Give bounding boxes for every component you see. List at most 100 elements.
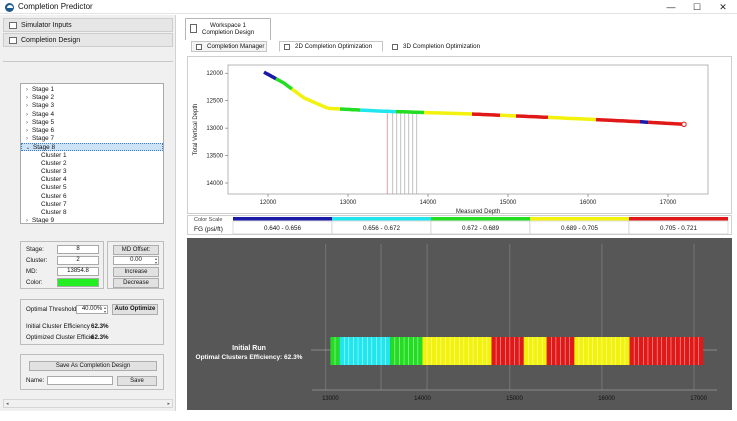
- md-field[interactable]: 13854.8: [57, 267, 99, 276]
- decrease-button[interactable]: Decrease: [113, 278, 159, 288]
- tree-cluster-item[interactable]: Cluster 7: [21, 201, 163, 209]
- plot-area: [227, 64, 709, 195]
- stage-field[interactable]: 8: [57, 245, 99, 254]
- chevron-right-icon[interactable]: ›: [24, 86, 30, 94]
- tree-item-label: Stage 7: [32, 135, 55, 143]
- tree-stage-item[interactable]: › Stage 4: [21, 111, 163, 119]
- tree-cluster-item[interactable]: Cluster 8: [21, 209, 163, 217]
- x-tick-label: 14000: [414, 396, 431, 402]
- save-box: Save As Completion Design Name: Save: [20, 354, 164, 390]
- chevron-right-icon[interactable]: ›: [24, 135, 30, 143]
- tree-item-label: Cluster 8: [41, 209, 67, 216]
- color-scale-row-label: FG (psi/ft): [194, 226, 223, 233]
- auto-optimize-button[interactable]: Auto Optimize: [112, 304, 158, 315]
- trajectory-segment: [515, 114, 549, 120]
- tree-stage-item[interactable]: › Stage 5: [21, 119, 163, 127]
- divider: [3, 61, 173, 62]
- minimize-button[interactable]: —: [658, 0, 684, 14]
- threshold-value: 40.00%: [81, 306, 103, 312]
- tab-2d-completion-optimization[interactable]: 2D Completion Optimization: [279, 41, 383, 52]
- tree-stage-item[interactable]: › Stage 6: [21, 127, 163, 135]
- cluster-field[interactable]: 2: [57, 256, 99, 265]
- save-as-completion-design-button[interactable]: Save As Completion Design: [29, 361, 157, 371]
- chevron-right-icon[interactable]: ›: [24, 102, 30, 110]
- optimization-box: Optimal Threshold 40.00% ▴ ▾ Auto Optimiz…: [20, 299, 164, 345]
- trajectory-plot-panel: 12000 13000 14000 15000 16000 17000 12000 12500…: [187, 56, 733, 215]
- chevron-right-icon[interactable]: ›: [24, 127, 30, 135]
- document-icon: [196, 44, 202, 50]
- chevron-right-icon[interactable]: ›: [24, 111, 30, 119]
- x-tick-label: 12000: [260, 200, 277, 206]
- efficiency-block: [523, 337, 547, 365]
- scroll-left-icon[interactable]: ◂: [6, 401, 9, 407]
- app-title: Completion Predictor: [18, 2, 93, 11]
- name-input[interactable]: [47, 376, 113, 385]
- initial-efficiency-value: 62.3%: [91, 323, 109, 330]
- tab-label: Completion Manager: [207, 43, 265, 50]
- chevron-right-icon[interactable]: ›: [24, 119, 30, 127]
- y-tick-label: 13500: [206, 154, 223, 160]
- tree-stage-item[interactable]: › Stage 3: [21, 102, 163, 110]
- chart-icon: [284, 44, 290, 50]
- color-swatch[interactable]: [57, 278, 99, 287]
- chevron-right-icon[interactable]: ›: [24, 94, 30, 102]
- tree-cluster-item[interactable]: Cluster 3: [21, 168, 163, 176]
- name-label: Name:: [26, 377, 45, 384]
- tree-cluster-item[interactable]: Cluster 4: [21, 176, 163, 184]
- y-tick-label: 12500: [206, 99, 223, 105]
- trajectory-endpoint: [681, 121, 687, 127]
- horizontal-scrollbar[interactable]: ◂ ▸: [3, 399, 173, 408]
- tree-cluster-item[interactable]: Cluster 1: [21, 152, 163, 160]
- tab-3d-completion-optimization[interactable]: 3D Completion Optimization: [387, 41, 493, 52]
- color-scale-swatch: [629, 217, 728, 221]
- color-scale-swatch: [332, 217, 431, 221]
- md-offset-button[interactable]: MD Offset:: [113, 245, 159, 255]
- cluster-efficiency-chart[interactable]: 13000 14000 15000 16000 17000 Initial Run Opti…: [187, 238, 732, 410]
- trajectory-segment: [359, 108, 397, 114]
- run-title: Initial Run: [232, 345, 266, 352]
- tree-cluster-item[interactable]: Cluster 5: [21, 184, 163, 192]
- scroll-right-icon[interactable]: ▸: [167, 401, 170, 407]
- color-scale-range: 0.705 - 0.721: [660, 225, 698, 232]
- spinner-arrows-icon[interactable]: ▴ ▾: [155, 257, 157, 265]
- workspace: Workspace 1 Completion Design Completion…: [183, 15, 733, 411]
- trajectory-segment: [471, 112, 501, 118]
- color-scale-range: 0.640 - 0.656: [264, 225, 302, 232]
- tree-stage-item[interactable]: ⌄ Stage 8: [21, 143, 163, 152]
- tree-stage-item[interactable]: › Stage 7: [21, 135, 163, 143]
- md-offset-spinner[interactable]: 0.00 ▴ ▾: [113, 256, 159, 265]
- tab-completion-manager[interactable]: Completion Manager: [191, 41, 267, 52]
- stage-tree[interactable]: › Stage 1 › Stage 2 › Stage 3 › Stage 4 › Stage 5…: [20, 83, 164, 224]
- accordion-completion-design[interactable]: Completion Design: [3, 33, 173, 47]
- tree-item-label: Stage 3: [32, 102, 55, 110]
- close-button[interactable]: ✕: [710, 0, 736, 14]
- maximize-button[interactable]: ☐: [684, 0, 710, 14]
- cluster-details-box: Stage: 8 Cluster: 2 MD: 13854.8 Color:: [20, 241, 104, 289]
- chevron-right-icon[interactable]: ›: [24, 217, 30, 223]
- color-scale-range: 0.656 - 0.672: [363, 225, 401, 232]
- y-tick-label: 13000: [206, 126, 223, 132]
- panel-icon: [9, 22, 17, 29]
- x-tick-label: 13000: [322, 396, 339, 402]
- increase-button[interactable]: Increase: [113, 267, 159, 277]
- trajectory-segment: [328, 106, 341, 111]
- save-button[interactable]: Save: [117, 376, 157, 386]
- tree-cluster-item[interactable]: Cluster 2: [21, 160, 163, 168]
- tree-cluster-item[interactable]: Cluster 6: [21, 193, 163, 201]
- tree-item-label: Stage 6: [32, 127, 55, 134]
- trajectory-chart[interactable]: 12000 13000 14000 15000 16000 17000 12000 12500…: [188, 57, 733, 215]
- accordion-simulator-inputs[interactable]: Simulator Inputs: [3, 18, 173, 32]
- tab-workspace-1[interactable]: Workspace 1 Completion Design: [185, 18, 271, 40]
- threshold-spinner[interactable]: 40.00% ▴ ▾: [76, 305, 108, 314]
- spinner-arrows-icon[interactable]: ▴ ▾: [104, 306, 106, 314]
- trajectory-segment: [339, 107, 361, 112]
- tree-stage-item[interactable]: › Stage 9: [21, 217, 163, 223]
- md-offset-value: 0.00: [130, 257, 142, 263]
- color-scale-table: Color Scale FG (psi/ft) 0.640 - 0.656 0.656…: [194, 217, 729, 235]
- accordion-label: Completion Design: [21, 37, 81, 44]
- color-scale-range: 0.672 - 0.689: [462, 225, 500, 232]
- x-tick-label: 13000: [340, 200, 357, 206]
- tree-stage-item[interactable]: › Stage 2: [21, 94, 163, 102]
- tree-stage-item[interactable]: › Stage 1: [21, 86, 163, 94]
- tree-item-label: Cluster 7: [41, 200, 67, 208]
